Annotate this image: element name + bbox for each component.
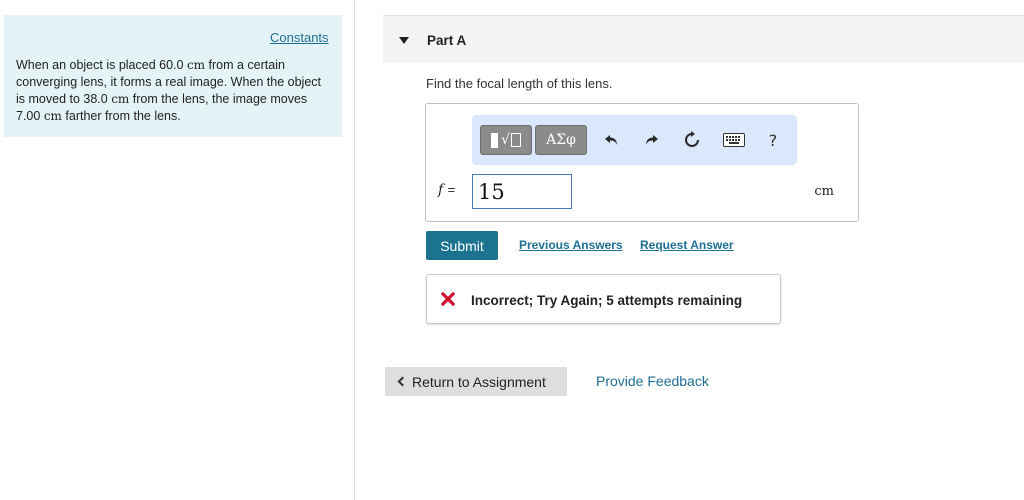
answer-variable-label: f = xyxy=(438,182,455,198)
templates-button[interactable]: √ xyxy=(480,125,532,155)
part-title: Part A xyxy=(427,33,467,48)
return-to-assignment-button[interactable]: Return to Assignment xyxy=(385,367,567,396)
problem-unit: cm xyxy=(111,92,130,106)
problem-unit: cm xyxy=(43,109,62,123)
problem-text-part: When an object is placed 60.0 xyxy=(16,58,187,72)
incorrect-x-icon xyxy=(441,292,455,306)
answer-input[interactable] xyxy=(472,174,572,209)
problem-text-part: farther from the lens. xyxy=(61,109,181,123)
math-toolbar: √ ΑΣφ ? xyxy=(472,115,797,165)
answer-variable: f xyxy=(438,182,444,198)
previous-answers-link[interactable]: Previous Answers xyxy=(519,238,623,252)
feedback-message: Incorrect; Try Again; 5 attempts remaini… xyxy=(471,293,743,308)
undo-icon[interactable] xyxy=(600,128,624,152)
problem-pane: Constants When an object is placed 60.0 … xyxy=(0,0,355,500)
part-header[interactable]: Part A xyxy=(383,15,1024,63)
chevron-left-icon xyxy=(397,376,408,387)
equals-sign: = xyxy=(447,182,456,197)
templates-icon: √ xyxy=(491,132,521,148)
constants-link[interactable]: Constants xyxy=(270,30,329,45)
help-icon[interactable]: ? xyxy=(761,128,785,152)
feedback-box: Incorrect; Try Again; 5 attempts remaini… xyxy=(426,274,781,324)
request-answer-link[interactable]: Request Answer xyxy=(640,238,734,252)
collapse-caret-icon[interactable] xyxy=(399,37,409,44)
redo-icon[interactable] xyxy=(639,128,663,152)
answer-unit: cm xyxy=(814,184,834,199)
greek-symbols-button[interactable]: ΑΣφ xyxy=(535,125,587,155)
provide-feedback-link[interactable]: Provide Feedback xyxy=(596,373,709,389)
problem-statement-box: Constants When an object is placed 60.0 … xyxy=(4,15,342,137)
return-label: Return to Assignment xyxy=(412,373,546,390)
reset-icon[interactable] xyxy=(680,128,704,152)
submit-button[interactable]: Submit xyxy=(426,231,498,260)
problem-text: When an object is placed 60.0 cm from a … xyxy=(16,57,326,125)
keyboard-icon[interactable] xyxy=(719,128,749,152)
answer-box: √ ΑΣφ ? f = cm xyxy=(425,103,859,222)
question-text: Find the focal length of this lens. xyxy=(426,76,613,91)
problem-unit: cm xyxy=(186,58,206,72)
